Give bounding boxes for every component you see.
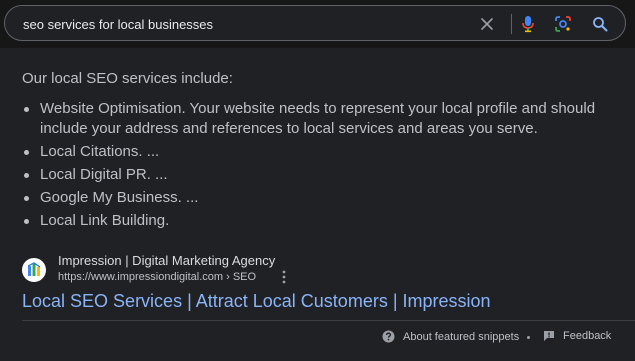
list-item: Website Optimisation. Your website needs… (24, 99, 620, 139)
about-featured-snippets-link[interactable]: About featured snippets (382, 330, 519, 343)
site-name: Impression | Digital Marketing Agency (58, 253, 276, 268)
list-item: Local Digital PR. ... (24, 165, 620, 185)
top-search-bar (0, 0, 635, 48)
feedback-icon (543, 330, 555, 342)
lens-icon[interactable] (553, 14, 573, 34)
site-favicon-icon (22, 258, 46, 282)
result-title-link[interactable]: Local SEO Services | Attract Local Custo… (22, 291, 491, 312)
help-icon (382, 330, 395, 343)
feedback-label: Feedback (563, 330, 612, 342)
feedback-link[interactable]: Feedback (543, 330, 611, 342)
about-featured-snippets-label: About featured snippets (403, 330, 520, 343)
list-item: Google My Business. ... (24, 188, 620, 208)
search-divider (511, 14, 512, 34)
site-url: https://www.impressiondigital.com › SEO (58, 271, 257, 283)
search-icon[interactable] (590, 14, 610, 34)
search-input[interactable] (23, 15, 453, 33)
snippet-list: Website Optimisation. Your website needs… (22, 99, 620, 234)
list-item: Local Link Building. (24, 211, 620, 231)
microphone-icon[interactable] (518, 14, 538, 34)
more-options-icon[interactable] (277, 269, 291, 285)
divider (22, 320, 635, 321)
result-source[interactable]: Impression | Digital Marketing Agency ht… (22, 253, 422, 287)
search-box[interactable] (4, 5, 626, 41)
snippet-heading: Our local SEO services include: (22, 70, 233, 87)
close-icon[interactable] (477, 14, 497, 34)
footer-separator (527, 336, 530, 339)
list-item: Local Citations. ... (24, 142, 620, 162)
